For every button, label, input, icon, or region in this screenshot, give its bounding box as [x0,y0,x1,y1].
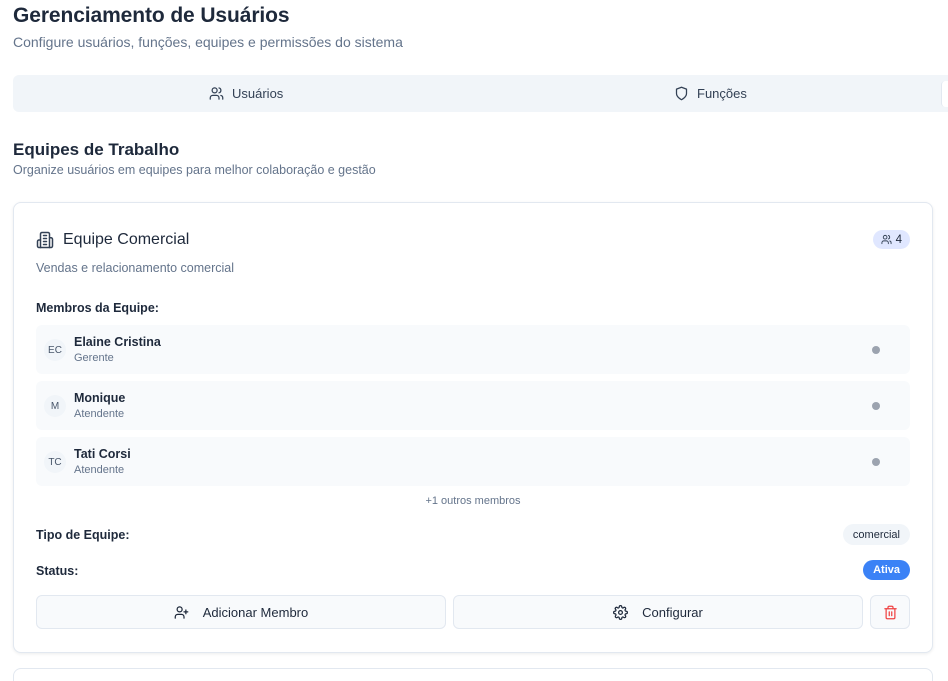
member-row[interactable]: EC Elaine Cristina Gerente [36,325,910,374]
presence-dot [872,458,880,466]
section-subtitle: Organize usuários em equipes para melhor… [13,163,376,177]
status-badge: Ativa [863,560,910,580]
presence-dot [872,402,880,410]
more-members-text: +1 outros membros [425,495,521,507]
tab-funcoes[interactable]: Funções [674,75,747,112]
member-name: Monique [74,391,126,405]
tab-usuarios-label: Usuários [232,86,284,101]
member-row[interactable]: M Monique Atendente [36,381,910,430]
presence-dot [872,346,880,354]
tab-funcoes-label: Funções [697,86,747,101]
tab-usuarios[interactable]: Usuários [209,75,283,112]
team-type-badge: comercial [842,524,910,545]
team-description: Vendas e relacionamento comercial [36,261,235,275]
configure-button[interactable]: Configurar [453,595,863,629]
trash-icon [883,605,897,619]
member-role: Gerente [74,352,114,364]
team-card: Equipe Comercial 4 Vendas e relacionamen… [13,202,933,653]
add-member-button[interactable]: Adicionar Membro [36,595,446,629]
member-count-badge: 4 [872,230,910,249]
avatar: M [44,395,66,417]
users-icon [881,234,892,245]
shield-icon [675,86,688,101]
add-member-label: Adicionar Membro [202,604,309,620]
delete-team-button[interactable] [870,595,910,629]
configure-label: Configurar [642,604,703,620]
member-name: Elaine Cristina [74,335,161,349]
members-label: Membros da Equipe: [36,301,159,315]
member-role: Atendente [74,408,125,420]
status-label: Status: [36,564,79,578]
team-card-next [13,668,933,681]
team-name: Equipe Comercial [63,231,190,248]
member-role: Atendente [74,464,125,476]
page-subtitle: Configure usuários, funções, equipes e p… [13,34,403,50]
gear-icon [613,604,629,620]
tab-list: Usuários Funções [13,75,948,112]
section-title: Equipes de Trabalho [13,140,180,159]
users-icon [209,87,224,100]
avatar: TC [44,451,66,473]
member-name: Tati Corsi [74,447,131,461]
team-type-label: Tipo de Equipe: [36,528,130,542]
member-count: 4 [895,233,902,246]
page-title: Gerenciamento de Usuários [13,4,290,27]
tab-overflow-edge[interactable] [941,81,948,107]
member-row[interactable]: TC Tati Corsi Atendente [36,437,910,486]
avatar: EC [44,339,66,361]
building-icon [36,231,54,249]
user-plus-icon [174,605,189,619]
